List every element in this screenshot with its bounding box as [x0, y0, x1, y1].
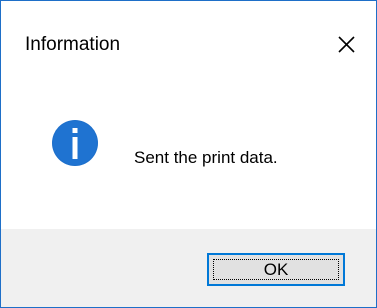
message-text: Sent the print data. — [134, 148, 278, 167]
close-button[interactable] — [327, 27, 365, 61]
info-icon — [52, 120, 98, 166]
window-title: Information — [25, 34, 121, 55]
button-bar: OK — [1, 229, 376, 307]
close-icon — [338, 36, 355, 53]
information-dialog: Information Sent the print data. OK — [0, 0, 377, 308]
ok-button-label: OK — [213, 259, 339, 280]
title-bar[interactable]: Information — [1, 1, 376, 85]
dialog-content: Sent the print data. — [1, 85, 376, 229]
ok-button[interactable]: OK — [207, 253, 345, 286]
